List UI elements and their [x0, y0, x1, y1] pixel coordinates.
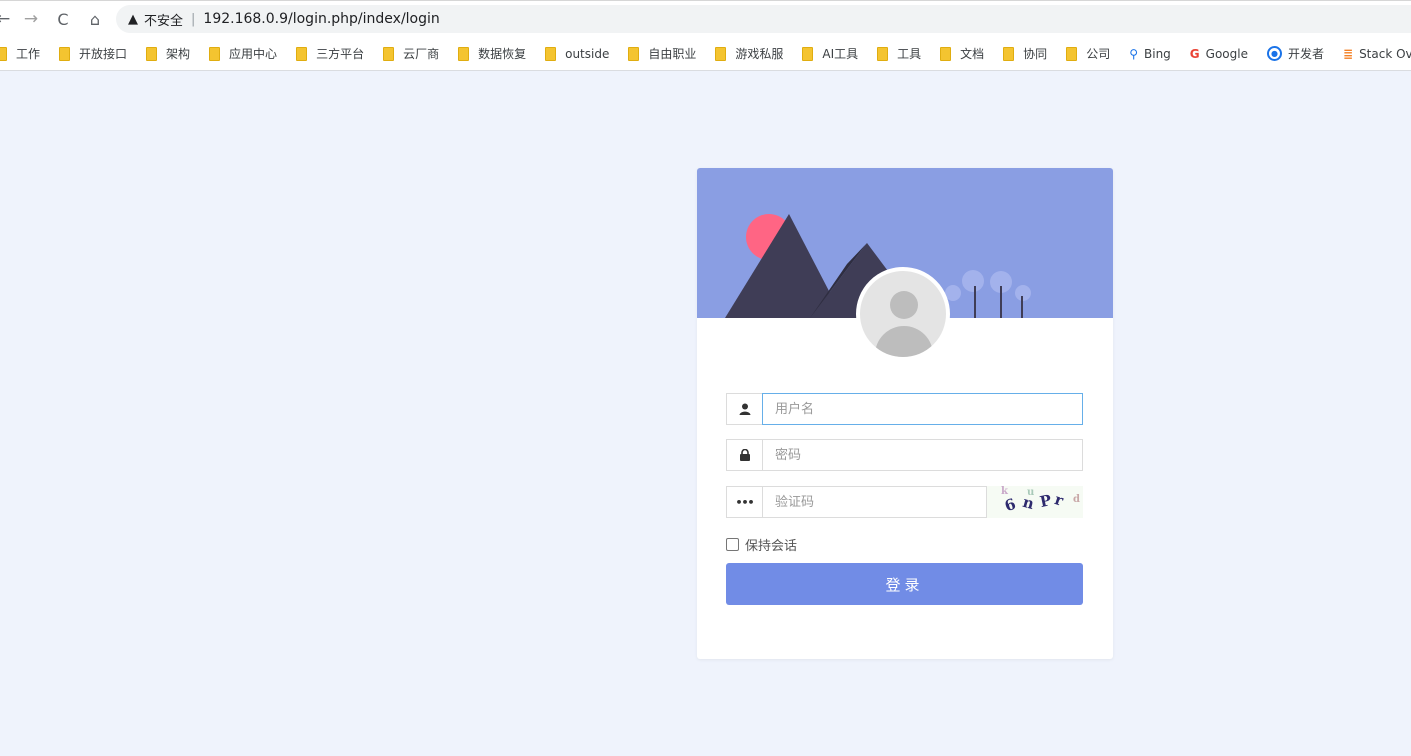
bing-icon: ⚲ — [1129, 46, 1138, 61]
user-icon — [726, 393, 762, 425]
folder-icon — [0, 46, 7, 61]
url-text[interactable]: 192.168.0.9/login.php/index/login — [203, 11, 439, 27]
bookmark-xietong[interactable]: 协同 — [1003, 45, 1047, 62]
bookmark-shuju-huifu[interactable]: 数据恢复 — [458, 45, 526, 62]
bookmarks-bar: 工作 开放接口 架构 应用中心 三方平台 云厂商 数据恢复 outside 自由… — [0, 37, 1411, 71]
folder-icon — [877, 46, 889, 61]
folder-icon — [802, 46, 814, 61]
bookmark-bing[interactable]: ⚲ Bing — [1129, 47, 1171, 61]
bookmark-gongzuo[interactable]: 工作 — [0, 45, 40, 62]
remember-checkbox[interactable] — [726, 538, 739, 551]
captcha-input[interactable] — [762, 486, 987, 518]
folder-icon — [383, 46, 395, 61]
username-input[interactable] — [762, 393, 1083, 425]
avatar-icon — [856, 267, 950, 361]
back-arrow-icon[interactable]: ← — [0, 9, 10, 29]
bookmark-sanfang-pingtai[interactable]: 三方平台 — [296, 45, 364, 62]
bookmark-outside[interactable]: outside — [545, 46, 610, 61]
bookmark-stackoverflow[interactable]: ≣ Stack Overflo — [1343, 47, 1411, 61]
home-icon[interactable]: ⌂ — [80, 10, 110, 29]
remember-label: 保持会话 — [745, 539, 798, 554]
captcha-char: r — [1052, 490, 1066, 510]
folder-icon — [296, 46, 308, 61]
bookmark-label: 游戏私服 — [735, 47, 784, 61]
bookmark-label: 工作 — [16, 47, 41, 61]
bookmark-label: 工具 — [897, 47, 922, 61]
bookmark-label: 三方平台 — [316, 47, 365, 61]
address-separator: | — [191, 11, 196, 27]
avatar-head — [890, 291, 918, 319]
captcha-char: n — [1020, 492, 1037, 514]
login-button[interactable]: 登录 — [726, 563, 1083, 605]
folder-icon — [1003, 46, 1015, 61]
bookmark-label: 开发者 — [1287, 47, 1324, 61]
bookmark-developer[interactable]: ● 开发者 — [1266, 45, 1324, 62]
bookmark-label: outside — [565, 46, 610, 61]
folder-icon — [458, 46, 470, 61]
username-row — [726, 393, 1083, 425]
bookmark-label: 自由职业 — [648, 47, 697, 61]
bookmark-label: Bing — [1144, 46, 1171, 61]
bookmark-label: 数据恢复 — [478, 47, 527, 61]
bookmark-label: Stack Overflo — [1359, 46, 1411, 61]
folder-icon — [715, 46, 727, 61]
bookmark-label: AI工具 — [822, 47, 859, 61]
bookmark-wendang[interactable]: 文档 — [940, 45, 984, 62]
bookmark-gongju[interactable]: 工具 — [877, 45, 921, 62]
avatar-body — [875, 326, 933, 357]
bookmark-label: 协同 — [1023, 47, 1048, 61]
bookmark-label: 公司 — [1086, 47, 1111, 61]
bookmark-label: 开放接口 — [79, 47, 128, 61]
bookmark-jiagou[interactable]: 架构 — [146, 45, 190, 62]
stackoverflow-icon: ≣ — [1343, 46, 1354, 61]
captcha-image[interactable]: k u d 6 n P r — [987, 486, 1083, 518]
captcha-row: ••• k u d 6 n P r — [726, 486, 1083, 518]
reload-icon[interactable]: C — [48, 10, 78, 29]
password-input[interactable] — [762, 439, 1083, 471]
security-label[interactable]: 不安全 — [144, 10, 183, 29]
folder-icon — [940, 46, 952, 61]
bookmark-yunchangshang[interactable]: 云厂商 — [383, 45, 439, 62]
bookmark-gongsi[interactable]: 公司 — [1066, 45, 1110, 62]
bookmark-youxi-sifu[interactable]: 游戏私服 — [715, 45, 783, 62]
developer-icon: ● — [1266, 46, 1282, 61]
browser-toolbar: ← → C ⌂ ▲ 不安全 | 192.168.0.9/login.php/in… — [0, 0, 1411, 37]
ellipsis-icon: ••• — [726, 486, 762, 518]
folder-icon — [545, 46, 557, 61]
bookmark-label: 文档 — [960, 47, 985, 61]
lock-icon — [726, 439, 762, 471]
bookmark-label: Google — [1205, 46, 1248, 61]
captcha-char: P — [1038, 491, 1054, 511]
bookmark-google[interactable]: G Google — [1190, 47, 1248, 61]
bookmark-ziyou-zhiye[interactable]: 自由职业 — [628, 45, 696, 62]
captcha-noise: d — [1073, 494, 1080, 505]
forward-arrow-icon[interactable]: → — [16, 9, 46, 29]
captcha-char: 6 — [1002, 494, 1019, 516]
bookmark-ai-gongju[interactable]: AI工具 — [802, 45, 858, 62]
folder-icon — [146, 46, 158, 61]
bookmark-yingyong-zhongxin[interactable]: 应用中心 — [209, 45, 277, 62]
bookmark-label: 云厂商 — [403, 47, 440, 61]
address-bar[interactable]: ▲ 不安全 | 192.168.0.9/login.php/index/logi… — [116, 5, 1411, 33]
warning-icon[interactable]: ▲ — [128, 12, 138, 27]
password-row — [726, 439, 1083, 471]
remember-session[interactable]: 保持会话 — [726, 535, 797, 554]
folder-icon — [209, 46, 221, 61]
login-card: ••• k u d 6 n P r 保持会话 登录 — [697, 168, 1113, 659]
folder-icon — [59, 46, 71, 61]
folder-icon — [1066, 46, 1078, 61]
folder-icon — [628, 46, 640, 61]
bookmark-label: 架构 — [166, 47, 191, 61]
bookmark-kaifang-jiekou[interactable]: 开放接口 — [59, 45, 127, 62]
google-icon: G — [1189, 46, 1200, 61]
bookmark-label: 应用中心 — [229, 47, 278, 61]
